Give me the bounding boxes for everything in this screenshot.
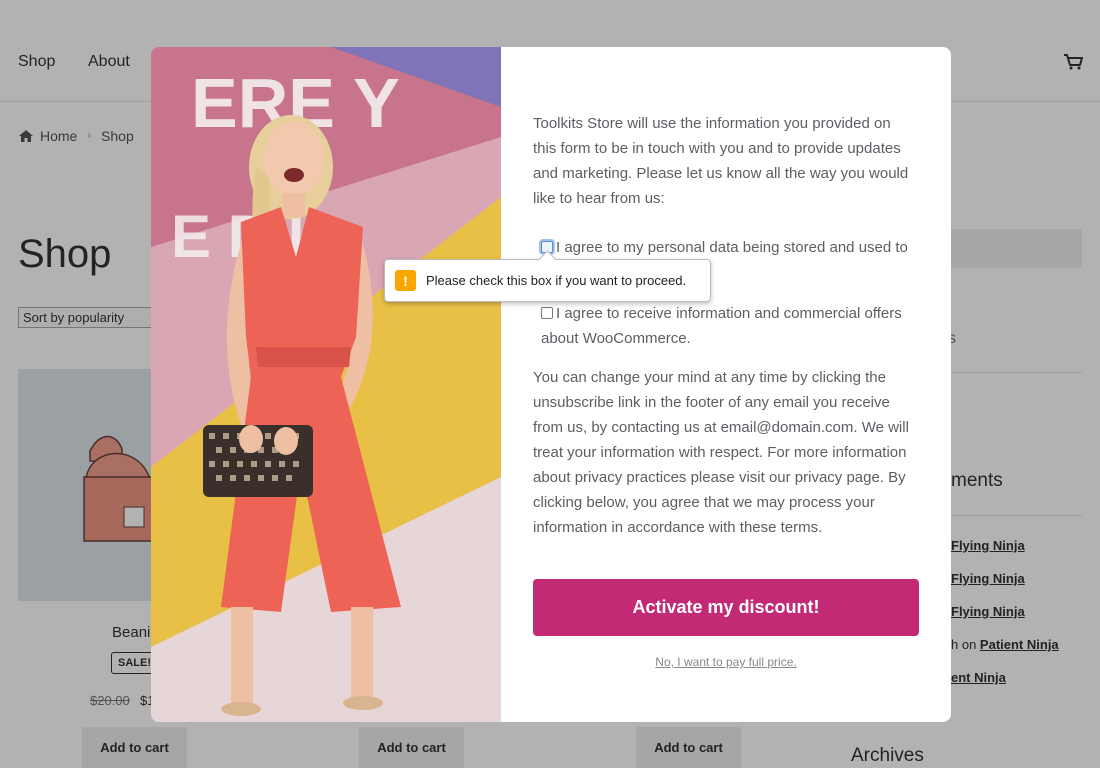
consent-marketing-checkbox[interactable] bbox=[541, 307, 553, 319]
consent-marketing-label: I agree to receive information and comme… bbox=[541, 305, 902, 347]
consent-data-label: I agree to my personal data being stored… bbox=[556, 239, 908, 256]
promo-photo: ERE Y E D L bbox=[151, 47, 501, 722]
warning-icon: ! bbox=[395, 270, 416, 291]
discount-modal: ERE Y E D L bbox=[151, 47, 951, 722]
modal-content: Toolkits Store will use the information … bbox=[533, 111, 923, 536]
consent-marketing-option[interactable]: I agree to receive information and comme… bbox=[541, 301, 921, 351]
validation-tooltip: ! Please check this box if you want to p… bbox=[384, 259, 711, 302]
woman-photo-illustration: ERE Y E D L bbox=[151, 47, 501, 722]
privacy-text: You can change your mind at any time by … bbox=[533, 369, 909, 536]
activate-discount-button[interactable]: Activate my discount! bbox=[533, 579, 919, 636]
decline-link[interactable]: No, I want to pay full price. bbox=[533, 655, 919, 669]
consent-data-option[interactable]: I agree to my personal data being stored… bbox=[541, 235, 921, 260]
tooltip-message: Please check this box if you want to pro… bbox=[426, 273, 687, 288]
intro-text: Toolkits Store will use the information … bbox=[533, 115, 909, 207]
